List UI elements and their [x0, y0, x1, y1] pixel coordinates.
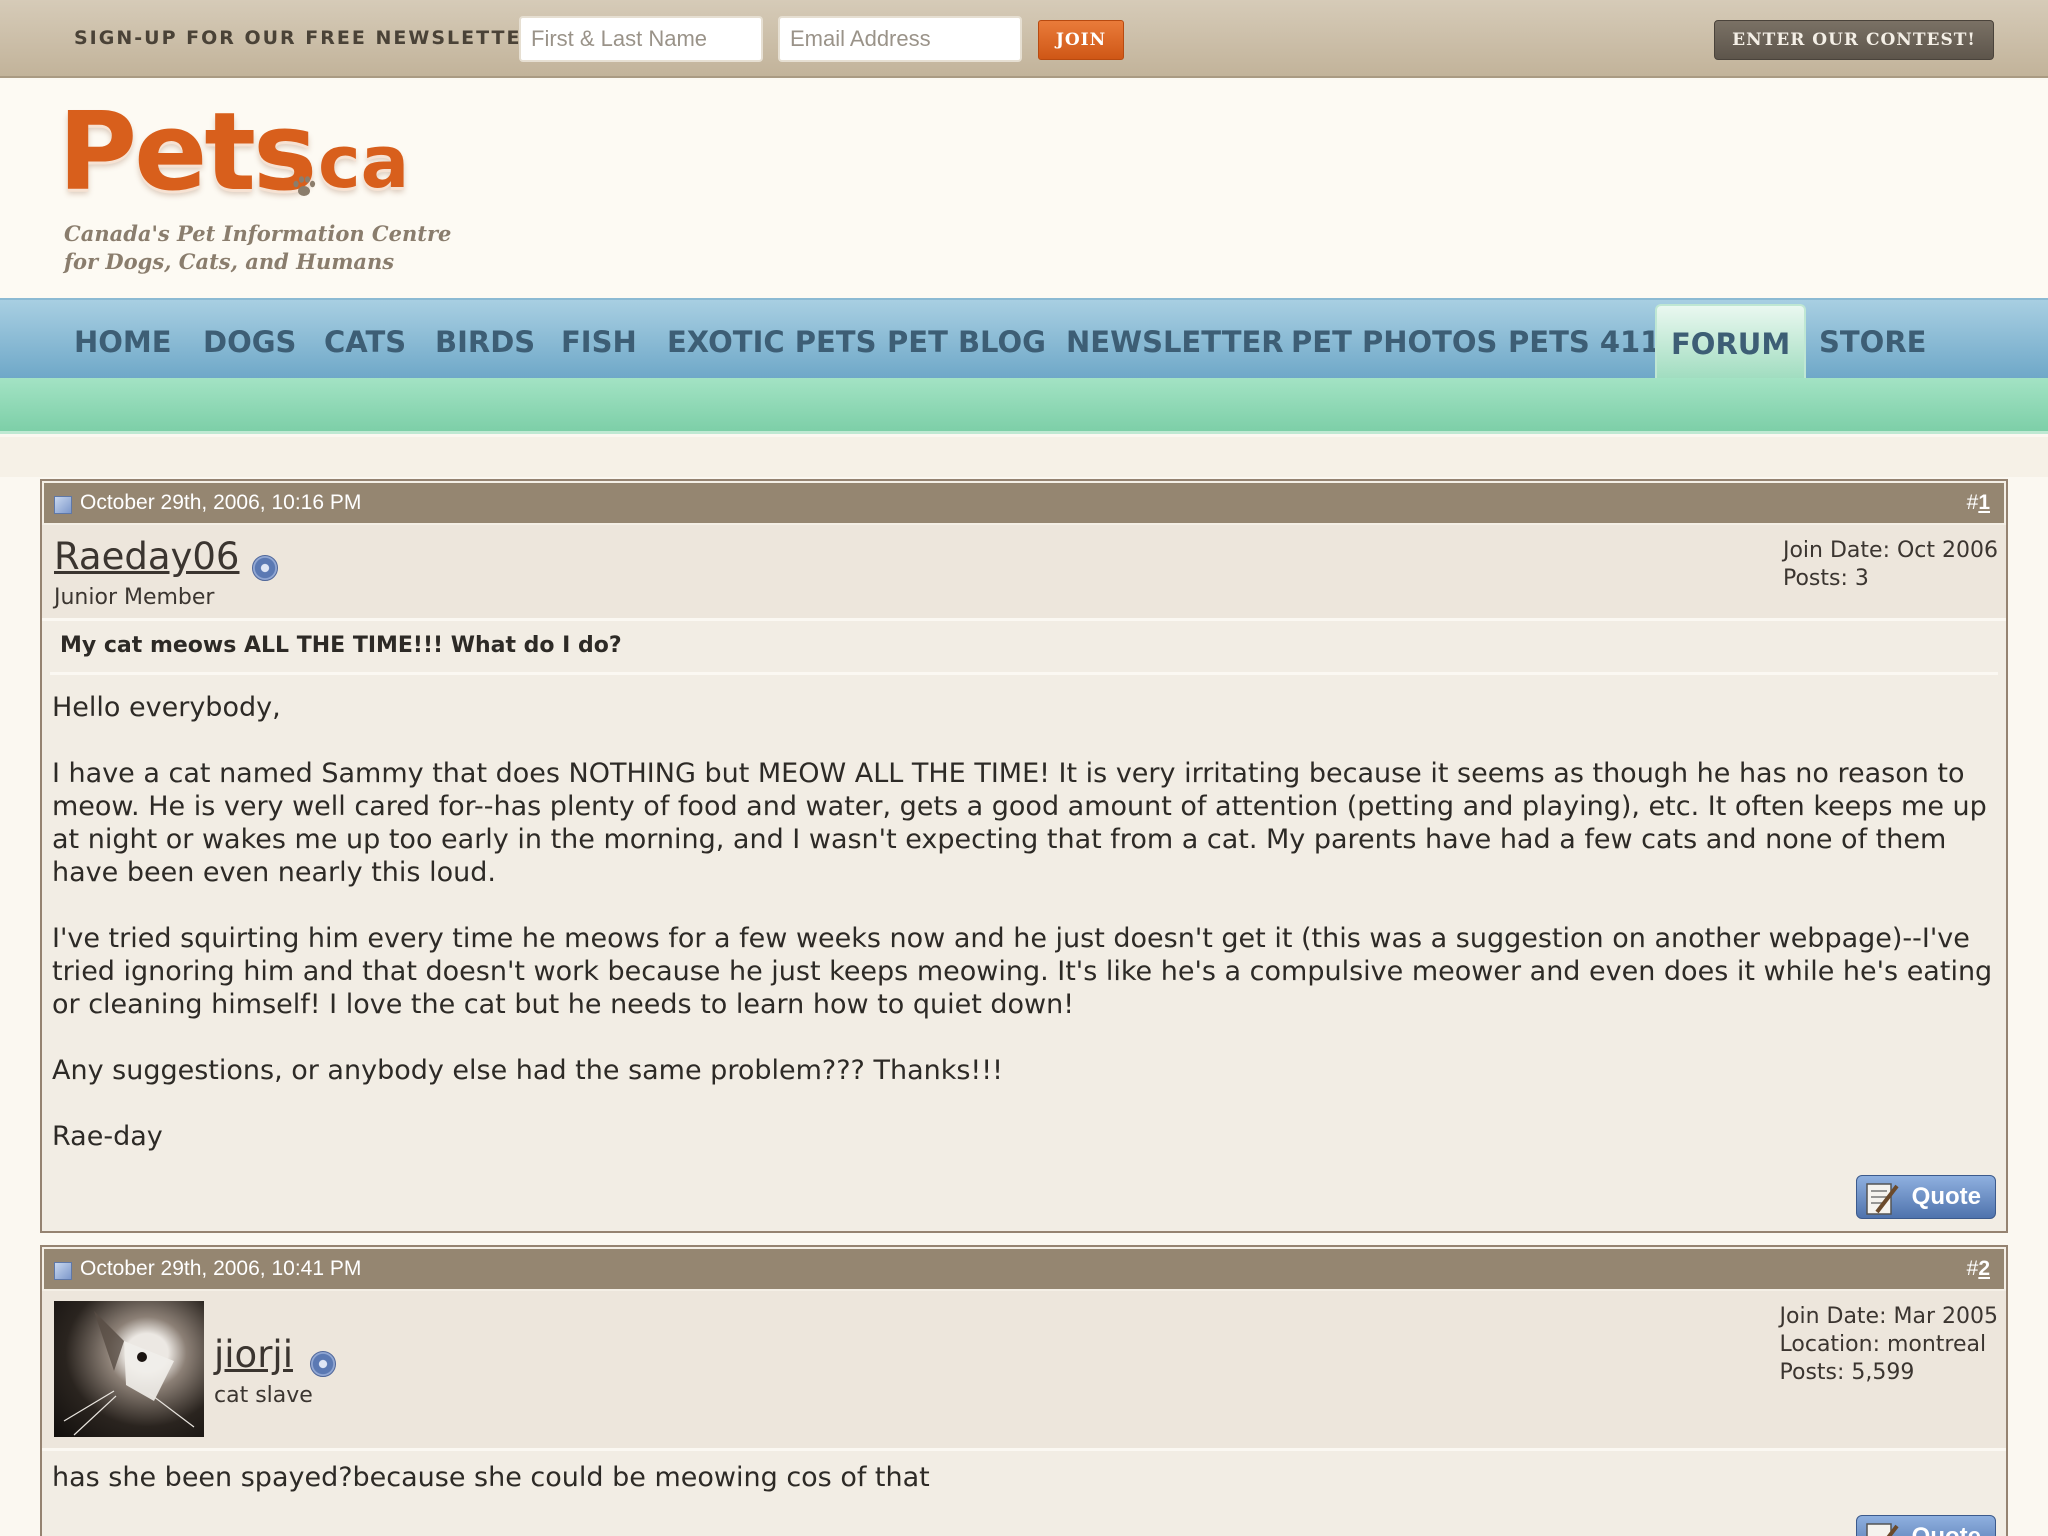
post-count: Posts: 5,599 [1779, 1360, 1915, 1385]
post-number-hash: # [1966, 1257, 1979, 1280]
post-permalink[interactable]: 1 [1978, 491, 1990, 514]
post-number: #1 [1967, 483, 1990, 523]
paw-icon [292, 176, 316, 202]
user-stats: Join Date: Mar 2005 Location: montreal P… [1780, 1303, 1998, 1387]
nav-exotic-pets[interactable]: EXOTIC PETS [667, 300, 876, 380]
post-header: October 29th, 2006, 10:16 PM #1 [42, 481, 2006, 525]
nav-newsletter[interactable]: NEWSLETTER [1066, 300, 1284, 380]
sub-nav-bar [0, 378, 2048, 434]
post-number: #2 [1967, 1249, 1990, 1289]
enter-contest-button[interactable]: ENTER OUR CONTEST! [1714, 20, 1994, 60]
user-rank: cat slave [214, 1383, 313, 1408]
post-paragraph: Hello everybody, [52, 692, 281, 723]
tagline-line-2: for Dogs, Cats, and Humans [64, 249, 395, 274]
user-rank: Junior Member [54, 585, 215, 610]
forum-post: October 29th, 2006, 10:41 PM #2 jiorji c… [40, 1245, 2008, 1536]
username-link[interactable]: jiorji [214, 1333, 293, 1376]
email-input[interactable] [778, 16, 1022, 62]
newsletter-bar: SIGN-UP FOR OUR FREE NEWSLETTER! JOIN EN… [0, 0, 2048, 78]
offline-status-icon [252, 555, 278, 581]
avatar[interactable] [54, 1301, 204, 1437]
post-body: Hello everybody, I have a cat named Samm… [42, 675, 2006, 1153]
nav-pet-blog[interactable]: PET BLOG [887, 300, 1046, 380]
quote-label: Quote [1912, 1523, 1981, 1536]
logo-tld: ca [318, 120, 410, 204]
forum-post: October 29th, 2006, 10:16 PM #1 Raeday06… [40, 479, 2008, 1233]
post-number-hash: # [1966, 491, 1979, 514]
nav-pets-411[interactable]: PETS 411 [1508, 300, 1660, 380]
post-header: October 29th, 2006, 10:41 PM #2 [42, 1247, 2006, 1291]
nav-home[interactable]: HOME [74, 300, 172, 380]
site-header: Pets ca Canada's Pet Information Centre … [0, 80, 2048, 298]
post-date: October 29th, 2006, 10:16 PM [80, 491, 362, 514]
post-author: jiorji cat slave Join Date: Mar 2005 Loc… [42, 1291, 2006, 1451]
post-count: Posts: 3 [1782, 566, 1869, 591]
offline-status-icon [310, 1351, 336, 1377]
tagline: Canada's Pet Information Centre for Dogs… [64, 220, 451, 276]
user-location: Location: montreal [1779, 1332, 1987, 1357]
post-signature: Rae-day [52, 1121, 163, 1152]
post-paragraph: I have a cat named Sammy that does NOTHI… [52, 758, 1987, 888]
nav-cats[interactable]: CATS [324, 300, 406, 380]
post-permalink[interactable]: 2 [1978, 1257, 1990, 1280]
username-link[interactable]: Raeday06 [54, 535, 239, 578]
join-button[interactable]: JOIN [1038, 20, 1124, 60]
user-stats: Join Date: Oct 2006 Posts: 3 [1783, 537, 1998, 593]
newsletter-label: SIGN-UP FOR OUR FREE NEWSLETTER! [74, 27, 549, 49]
nav-store[interactable]: STORE [1819, 300, 1926, 380]
join-date: Join Date: Mar 2005 [1779, 1304, 1998, 1329]
post-paragraph: I've tried squirting him every time he m… [52, 923, 1993, 1020]
post-paragraph: Any suggestions, or anybody else had the… [52, 1055, 1003, 1086]
main-nav: HOME DOGS CATS BIRDS FISH EXOTIC PETS PE… [0, 298, 2048, 380]
post-paragraph: has she been spayed?because she could be… [52, 1462, 930, 1493]
join-date: Join Date: Oct 2006 [1782, 538, 1998, 563]
post-status-icon [54, 496, 72, 514]
quote-button[interactable]: Quote [1856, 1175, 1996, 1219]
quote-button[interactable]: Quote [1856, 1515, 1996, 1536]
post-title: My cat meows ALL THE TIME!!! What do I d… [50, 621, 1998, 675]
post-date: October 29th, 2006, 10:41 PM [80, 1257, 362, 1280]
tagline-line-1: Canada's Pet Information Centre [64, 221, 452, 246]
nav-pet-photos[interactable]: PET PHOTOS [1291, 300, 1497, 380]
quote-label: Quote [1911, 1183, 1981, 1210]
nav-birds[interactable]: BIRDS [435, 300, 535, 380]
content-top-band [0, 437, 2048, 477]
nav-forum[interactable]: FORUM [1655, 304, 1807, 380]
logo[interactable]: Pets [58, 90, 317, 215]
quote-icon [1863, 1518, 1903, 1536]
name-input[interactable] [519, 16, 763, 62]
nav-fish[interactable]: FISH [561, 300, 637, 380]
post-body: has she been spayed?because she could be… [42, 1451, 2006, 1494]
post-author: Raeday06 Junior Member Join Date: Oct 20… [42, 525, 2006, 621]
post-status-icon [54, 1262, 72, 1280]
quote-icon [1863, 1178, 1903, 1232]
nav-dogs[interactable]: DOGS [203, 300, 296, 380]
